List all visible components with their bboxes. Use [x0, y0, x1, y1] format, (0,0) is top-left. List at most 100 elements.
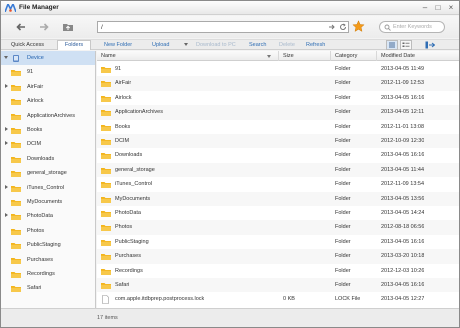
- panel-toggle-icon[interactable]: [425, 41, 435, 49]
- new-folder-button[interactable]: New Folder: [104, 41, 132, 49]
- table-row[interactable]: Safari Folder 2013-04-05 16:16: [97, 278, 459, 293]
- forward-arrow-icon[interactable]: [38, 21, 50, 33]
- column-header-name[interactable]: Name: [97, 51, 279, 61]
- file-category: Folder: [335, 253, 351, 260]
- list-view-button[interactable]: [386, 40, 398, 50]
- table-row[interactable]: iTunes_Control Folder 2012-11-09 13:54: [97, 177, 459, 191]
- upload-dropdown-icon[interactable]: [184, 43, 188, 46]
- sidebar-item-label: PhotoData: [27, 213, 53, 220]
- file-modified-date: 2013-04-05 16:16: [381, 94, 425, 101]
- column-header-size[interactable]: Size: [279, 51, 331, 61]
- back-arrow-icon[interactable]: [15, 21, 27, 33]
- column-header-modified-date[interactable]: Modified Date: [377, 51, 459, 61]
- sidebar-item[interactable]: Device: [1, 51, 95, 66]
- sidebar-item[interactable]: Safari: [1, 281, 95, 295]
- table-row[interactable]: MyDocuments Folder 2013-04-05 13:56: [97, 191, 459, 206]
- expand-arrow-icon[interactable]: [5, 213, 8, 218]
- up-folder-icon[interactable]: [62, 21, 74, 33]
- toolbar: / Enter Keywords: [1, 16, 459, 38]
- sidebar-item[interactable]: iTunes_Control: [1, 181, 95, 195]
- file-manager-window: File Manager – □ × / Enter Keywords Quic…: [0, 0, 460, 328]
- file-modified-date: 2013-04-05 13:56: [381, 195, 425, 202]
- file-modified-date: 2013-04-05 11:44: [381, 166, 425, 173]
- search-field[interactable]: Enter Keywords: [379, 21, 445, 33]
- file-name: Safari: [115, 282, 130, 288]
- sidebar-item-label: 91: [27, 69, 34, 76]
- sidebar-item[interactable]: Books: [1, 123, 95, 137]
- minimize-button[interactable]: –: [420, 3, 430, 13]
- sidebar-item[interactable]: Downloads: [1, 152, 95, 166]
- table-row[interactable]: ApplicationArchives Folder 2013-04-05 12:1…: [97, 105, 459, 120]
- file-name: Books: [115, 123, 131, 130]
- sidebar-item-label: Safari: [27, 285, 42, 292]
- folder-icon: [11, 84, 21, 91]
- go-icon[interactable]: [328, 23, 336, 31]
- favorite-star-icon[interactable]: [352, 20, 365, 33]
- detail-view-button[interactable]: [400, 40, 412, 50]
- table-row[interactable]: PhotoData Folder 2013-04-05 14:24: [97, 206, 459, 220]
- expand-arrow-icon[interactable]: [5, 83, 8, 88]
- table-row[interactable]: general_storage Folder 2013-04-05 11:44: [97, 162, 459, 178]
- search-button[interactable]: Search: [249, 41, 266, 49]
- delete-button[interactable]: Delete: [279, 41, 295, 49]
- table-row[interactable]: PublicStaging Folder 2013-04-05 16:16: [97, 235, 459, 249]
- tab-folders[interactable]: Folders: [57, 40, 91, 50]
- file-category: Folder: [335, 80, 351, 87]
- table-row[interactable]: Airlock Folder 2013-04-05 16:16: [97, 91, 459, 105]
- collapse-arrow-icon[interactable]: [4, 56, 8, 59]
- download-to-pc-button[interactable]: Download to PC: [196, 41, 236, 49]
- sidebar-item[interactable]: 91: [1, 65, 95, 79]
- file-modified-date: 2012-10-09 12:30: [381, 138, 425, 144]
- folder-icon: [11, 185, 21, 192]
- table-row[interactable]: Purchases Folder 2013-03-20 10:18: [97, 249, 459, 264]
- table-row[interactable]: Books Folder 2012-11-01 13:08: [97, 120, 459, 134]
- sidebar-item[interactable]: PhotoData: [1, 209, 95, 223]
- title-bar: File Manager – □ ×: [1, 1, 459, 15]
- table-row[interactable]: Downloads Folder 2013-04-05 16:16: [97, 148, 459, 162]
- sidebar-item[interactable]: Airlock: [1, 94, 95, 108]
- close-button[interactable]: ×: [446, 3, 456, 13]
- sidebar-item-label: Books: [27, 127, 43, 133]
- file-name: iTunes_Control: [115, 181, 153, 188]
- folder-icon: [101, 239, 111, 246]
- sidebar-item-label: ApplicationArchives: [27, 112, 75, 119]
- file-category: Folder: [335, 66, 351, 72]
- upload-button[interactable]: Upload: [152, 41, 169, 49]
- table-row[interactable]: AirFair Folder 2012-11-09 12:53: [97, 76, 459, 91]
- sidebar-item[interactable]: ApplicationArchives: [1, 109, 95, 123]
- detail-view-icon: [402, 42, 410, 47]
- file-name: DCIM: [115, 138, 130, 144]
- table-row[interactable]: com.apple.itdbprep.postprocess.lock 0 KB L…: [97, 292, 459, 306]
- file-name: Airlock: [115, 94, 132, 101]
- folder-icon: [11, 200, 21, 206]
- tab-quick-access[interactable]: Quick Access: [11, 42, 44, 49]
- file-name: Purchases: [115, 253, 141, 260]
- sidebar-item[interactable]: general_storage: [1, 166, 95, 180]
- expand-arrow-icon[interactable]: [5, 127, 8, 131]
- sidebar-item[interactable]: Purchases: [1, 253, 95, 267]
- sidebar-item[interactable]: MyDocuments: [1, 195, 95, 209]
- expand-arrow-icon[interactable]: [5, 184, 8, 189]
- sidebar-item[interactable]: AirFair: [1, 80, 95, 94]
- search-placeholder: Enter Keywords: [393, 24, 432, 30]
- column-header-category[interactable]: Category: [331, 51, 377, 61]
- address-bar[interactable]: /: [97, 21, 349, 33]
- sidebar-item[interactable]: DCIM: [1, 137, 95, 151]
- sidebar-item[interactable]: Photos: [1, 224, 95, 238]
- sidebar-item[interactable]: PublicStaging: [1, 238, 95, 252]
- folder-icon: [11, 272, 21, 278]
- file-modified-date: 2013-04-05 16:16: [381, 238, 425, 245]
- refresh-icon[interactable]: [339, 23, 347, 31]
- table-row[interactable]: 91 Folder 2013-04-05 11:49: [97, 62, 459, 76]
- sidebar-item-label: Airlock: [27, 98, 44, 105]
- table-row[interactable]: Recordings Folder 2012-12-03 10:26: [97, 264, 459, 278]
- expand-arrow-icon[interactable]: [5, 141, 8, 146]
- maximize-button[interactable]: □: [433, 3, 443, 13]
- device-icon: [13, 55, 19, 62]
- sidebar-item[interactable]: Recordings: [1, 267, 95, 281]
- refresh-button[interactable]: Refresh: [306, 41, 325, 49]
- folder-icon: [11, 214, 21, 221]
- table-row[interactable]: DCIM Folder 2012-10-09 12:30: [97, 134, 459, 149]
- table-row[interactable]: Photos Folder 2012-08-18 06:56: [97, 220, 459, 235]
- document-icon: [102, 295, 109, 305]
